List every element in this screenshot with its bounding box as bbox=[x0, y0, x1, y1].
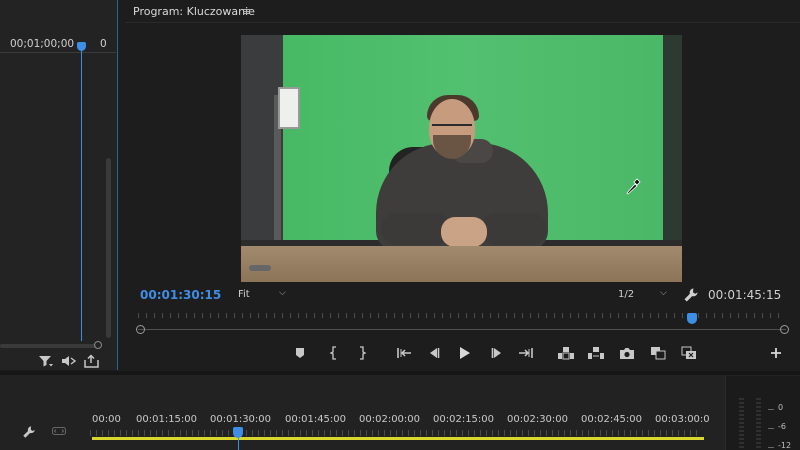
eyedropper-cursor-icon bbox=[625, 177, 641, 198]
settings-wrench-icon[interactable] bbox=[683, 287, 699, 306]
meter-tick bbox=[768, 447, 774, 448]
desk bbox=[241, 246, 682, 282]
bracket-left-icon bbox=[329, 346, 336, 360]
source-playhead-line bbox=[81, 51, 82, 341]
extract-button[interactable] bbox=[586, 344, 606, 362]
person-hands bbox=[441, 217, 487, 247]
meter-label-minus-6: -6 bbox=[778, 422, 786, 431]
audio-output-icon[interactable] bbox=[61, 354, 77, 368]
studio-edge bbox=[663, 35, 682, 245]
play-icon bbox=[460, 347, 470, 359]
meter-label-0: 0 bbox=[778, 403, 784, 412]
linked-selection-icon[interactable] bbox=[52, 426, 66, 439]
sequence-duration: 00:01:45:15 bbox=[708, 288, 782, 302]
step-back-button[interactable] bbox=[424, 344, 444, 362]
timeline-playhead[interactable] bbox=[233, 427, 243, 438]
add-marker-button[interactable] bbox=[290, 344, 310, 362]
camera-icon bbox=[620, 347, 634, 359]
timeline-tick-label: 00:01:30:00 bbox=[210, 414, 272, 425]
go-to-in-button[interactable] bbox=[394, 344, 414, 362]
source-toolbar bbox=[38, 354, 100, 368]
source-playhead[interactable] bbox=[77, 42, 86, 51]
chevron-down-icon[interactable]: ⌵ bbox=[279, 288, 286, 298]
program-monitor-title[interactable]: Program: Kluczowanie bbox=[133, 5, 255, 18]
timeline-tick-label: 00:01:45:00 bbox=[285, 414, 347, 425]
step-back-icon bbox=[430, 348, 440, 358]
timeline-time-ruler[interactable] bbox=[90, 430, 702, 436]
playhead-timecode[interactable]: 00:01:30:15 bbox=[140, 288, 221, 302]
step-forward-icon bbox=[491, 348, 501, 358]
audio-meter-panel bbox=[725, 376, 800, 450]
panel-menu-icon[interactable]: ≡ bbox=[242, 5, 251, 18]
button-editor-button[interactable] bbox=[766, 344, 786, 362]
timeline-playhead-line bbox=[238, 438, 239, 450]
source-timecode-secondary: 0 bbox=[100, 38, 107, 50]
program-playhead[interactable] bbox=[687, 313, 697, 324]
person-right-arm bbox=[481, 213, 547, 245]
source-timecode[interactable]: 00;01;00;00 bbox=[10, 38, 74, 50]
timeline-settings-wrench-icon[interactable] bbox=[22, 425, 36, 442]
marker-icon bbox=[296, 348, 304, 358]
comparison-icon bbox=[651, 347, 666, 360]
go-to-in-icon bbox=[397, 348, 411, 358]
source-time-ruler[interactable] bbox=[0, 52, 116, 53]
timeline-tick-label: 00:02:00:00 bbox=[359, 414, 421, 425]
header-divider bbox=[125, 22, 800, 23]
program-zoom-scrollbar[interactable] bbox=[138, 329, 786, 330]
mark-in-button[interactable] bbox=[324, 344, 344, 362]
timeline-tick-label: 00:00 bbox=[92, 414, 121, 425]
chevron-down-icon[interactable]: ⌵ bbox=[660, 288, 667, 298]
proxy-icon bbox=[681, 346, 696, 359]
softbox-light bbox=[278, 87, 300, 129]
zoom-start-handle[interactable] bbox=[136, 325, 145, 334]
work-area-bar[interactable] bbox=[92, 437, 704, 440]
export-icon[interactable] bbox=[84, 354, 100, 368]
audio-meter-right-channel bbox=[756, 398, 761, 450]
timeline-tick-label: 00:03:00:0 bbox=[655, 414, 710, 425]
filter-icon[interactable] bbox=[38, 354, 54, 368]
playback-resolution-select[interactable]: 1/2 bbox=[618, 289, 634, 300]
mark-out-button[interactable] bbox=[352, 344, 372, 362]
timeline-tick-label: 00:02:30:00 bbox=[507, 414, 569, 425]
timeline-tick-label: 00:02:45:00 bbox=[581, 414, 643, 425]
meter-tick bbox=[768, 428, 774, 429]
program-video-frame[interactable] bbox=[241, 35, 682, 282]
timeline-tick-label: 00:01:15:00 bbox=[136, 414, 198, 425]
step-forward-button[interactable] bbox=[487, 344, 507, 362]
extract-icon bbox=[588, 347, 604, 359]
source-zoom-handle[interactable] bbox=[94, 341, 102, 349]
desk-object bbox=[249, 265, 271, 271]
source-vertical-scrollbar[interactable] bbox=[106, 158, 111, 338]
plus-icon bbox=[771, 348, 781, 358]
meter-label-minus-12: -12 bbox=[778, 441, 792, 450]
go-to-out-button[interactable] bbox=[516, 344, 536, 362]
person-glasses bbox=[432, 124, 472, 135]
lift-icon bbox=[558, 347, 574, 360]
meter-tick bbox=[768, 409, 774, 410]
export-frame-button[interactable] bbox=[617, 344, 637, 362]
audio-meter-left-channel bbox=[739, 398, 744, 450]
source-horizontal-scrollbar[interactable] bbox=[0, 344, 96, 348]
timeline-tick-label: 00:02:15:00 bbox=[433, 414, 495, 425]
comparison-view-button[interactable] bbox=[648, 344, 668, 362]
lift-button[interactable] bbox=[556, 344, 576, 362]
proxy-toggle-button[interactable] bbox=[679, 344, 699, 362]
source-monitor-panel bbox=[0, 0, 118, 370]
zoom-end-handle[interactable] bbox=[780, 325, 789, 334]
go-to-out-icon bbox=[519, 348, 533, 358]
bracket-right-icon bbox=[360, 346, 367, 360]
play-button[interactable] bbox=[454, 344, 474, 362]
